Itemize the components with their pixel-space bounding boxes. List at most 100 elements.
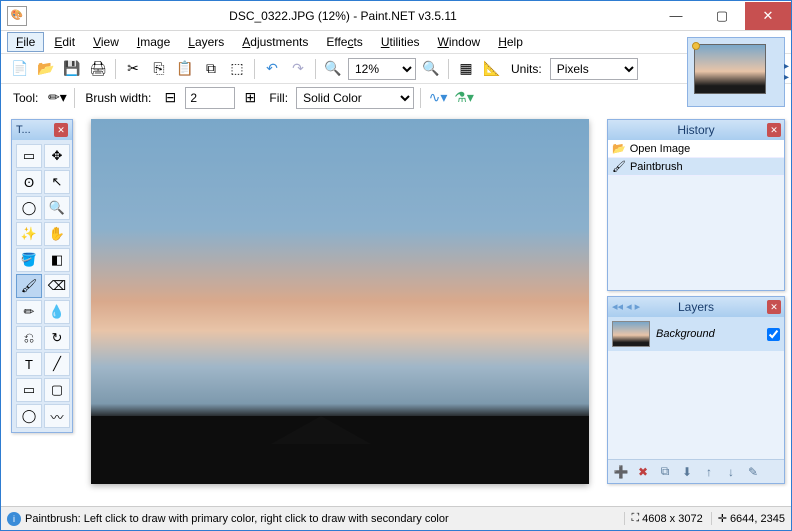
image-list-panel[interactable]	[687, 37, 785, 107]
menu-layers[interactable]: Layers	[180, 33, 232, 51]
current-tool-icon[interactable]: ✏▾	[46, 87, 68, 109]
open-icon[interactable]: 📂	[35, 58, 57, 80]
image-content	[271, 416, 371, 444]
add-layer-icon[interactable]: ➕	[612, 463, 630, 481]
brush-width-input[interactable]	[185, 87, 235, 109]
antialias-icon[interactable]: ∿▾	[427, 87, 449, 109]
history-title-text: History	[677, 123, 714, 137]
history-item[interactable]: 📂 Open Image	[608, 140, 784, 158]
layer-item[interactable]: Background	[608, 317, 784, 351]
grid-icon[interactable]: ▦	[455, 58, 477, 80]
modified-indicator-icon	[692, 42, 700, 50]
pan-tool[interactable]: ✋	[44, 222, 70, 246]
duplicate-layer-icon[interactable]: ⧉	[656, 463, 674, 481]
menu-view[interactable]: View	[85, 33, 127, 51]
merge-down-icon[interactable]: ⬇	[678, 463, 696, 481]
deselect-icon[interactable]: ⬚	[226, 58, 248, 80]
copy-icon[interactable]: ⎘	[148, 58, 170, 80]
picker-tool[interactable]: 💧	[44, 300, 70, 324]
cut-icon[interactable]: ✂	[122, 58, 144, 80]
menu-effects[interactable]: Effects	[318, 33, 370, 51]
rect-tool[interactable]: ▭	[16, 378, 42, 402]
ruler-icon[interactable]: 📐	[481, 58, 503, 80]
text-tool[interactable]: T	[16, 352, 42, 376]
brush-width-label: Brush width:	[85, 91, 151, 105]
pencil-tool[interactable]: ✏	[16, 300, 42, 324]
delete-layer-icon[interactable]: ✖	[634, 463, 652, 481]
maximize-button[interactable]: ▢	[699, 2, 745, 30]
layers-title[interactable]: ◂◂ ◂ ▸ Layers ✕	[608, 297, 784, 317]
eraser-tool[interactable]: ⌫	[44, 274, 70, 298]
properties-icon[interactable]: ✎	[744, 463, 762, 481]
menu-edit[interactable]: Edit	[46, 33, 83, 51]
paintbrush-tool[interactable]: 🖌	[16, 274, 42, 298]
zoom-select[interactable]: 12%	[348, 58, 416, 80]
new-icon[interactable]: 📄	[9, 58, 31, 80]
minimize-button[interactable]: —	[653, 2, 699, 30]
gradient-tool[interactable]: ◧	[44, 248, 70, 272]
tools-title-text: T...	[16, 124, 31, 136]
open-image-icon: 📂	[612, 142, 626, 155]
rect-select-tool[interactable]: ▭	[16, 144, 42, 168]
ellipse-tool[interactable]: ◯	[16, 404, 42, 428]
move-sel-tool[interactable]: ✥	[44, 144, 70, 168]
menu-file[interactable]: File	[7, 32, 44, 52]
move-up-icon[interactable]: ↑	[700, 463, 718, 481]
move-down-icon[interactable]: ↓	[722, 463, 740, 481]
separator	[448, 59, 449, 79]
crop-icon[interactable]: ⧉	[200, 58, 222, 80]
brush-increase-icon[interactable]: ⊞	[239, 87, 261, 109]
history-item-label: Paintbrush	[630, 161, 683, 173]
image-thumbnail[interactable]	[694, 44, 766, 94]
zoom-out-icon[interactable]: 🔍	[322, 58, 344, 80]
dimensions-icon: ⛶	[631, 512, 639, 525]
history-item-label: Open Image	[630, 143, 691, 155]
redo-icon[interactable]: ↷	[287, 58, 309, 80]
round-rect-tool[interactable]: ▢	[44, 378, 70, 402]
history-window[interactable]: History ✕ 📂 Open Image 🖌 Paintbrush	[607, 119, 785, 291]
undo-icon[interactable]: ↶	[261, 58, 283, 80]
history-item[interactable]: 🖌 Paintbrush	[608, 158, 784, 176]
image-list-dropdown-icon[interactable]: ▸▸	[784, 61, 789, 83]
menu-window[interactable]: Window	[430, 33, 489, 51]
clone-tool[interactable]: ⎌	[16, 326, 42, 350]
menu-image[interactable]: Image	[129, 33, 178, 51]
info-icon: i	[7, 512, 21, 526]
layers-nav-icons[interactable]: ◂◂ ◂ ▸	[612, 300, 640, 313]
tools-window-title[interactable]: T... ✕	[12, 120, 72, 140]
save-icon[interactable]: 💾	[61, 58, 83, 80]
brush-decrease-icon[interactable]: ⊟	[159, 87, 181, 109]
blend-icon[interactable]: ⚗▾	[453, 87, 475, 109]
canvas[interactable]	[91, 119, 589, 484]
zoom-in-icon[interactable]: 🔍	[420, 58, 442, 80]
status-hint: i Paintbrush: Left click to draw with pr…	[7, 512, 616, 526]
bucket-tool[interactable]: 🪣	[16, 248, 42, 272]
paste-icon[interactable]: 📋	[174, 58, 196, 80]
history-title[interactable]: History ✕	[608, 120, 784, 140]
wand-tool[interactable]: ✨	[16, 222, 42, 246]
status-dimensions: ⛶ 4608 x 3072	[624, 512, 702, 525]
tools-grid: ▭ ✥ ʘ ↖ ◯ 🔍 ✨ ✋ 🪣 ◧ 🖌 ⌫ ✏ 💧 ⎌ ↻ T ╱ ▭ ▢ …	[12, 140, 72, 432]
move-tool[interactable]: ↖	[44, 170, 70, 194]
menu-adjustments[interactable]: Adjustments	[234, 33, 316, 51]
units-select[interactable]: Pixels	[550, 58, 638, 80]
print-icon[interactable]: 🖨	[87, 58, 109, 80]
menu-help[interactable]: Help	[490, 33, 531, 51]
history-close-icon[interactable]: ✕	[767, 123, 781, 137]
tools-window[interactable]: T... ✕ ▭ ✥ ʘ ↖ ◯ 🔍 ✨ ✋ 🪣 ◧ 🖌 ⌫ ✏ 💧 ⎌ ↻ T…	[11, 119, 73, 433]
layers-window[interactable]: ◂◂ ◂ ▸ Layers ✕ Background ➕ ✖ ⧉ ⬇ ↑ ↓ ✎	[607, 296, 785, 484]
ellipse-select-tool[interactable]: ◯	[16, 196, 42, 220]
freeform-tool[interactable]: 〰	[44, 404, 70, 428]
layer-visible-checkbox[interactable]	[767, 328, 780, 341]
fill-select[interactable]: Solid Color	[296, 87, 414, 109]
lasso-tool[interactable]: ʘ	[16, 170, 42, 194]
menu-utilities[interactable]: Utilities	[373, 33, 428, 51]
close-button[interactable]: ✕	[745, 2, 791, 30]
tools-close-icon[interactable]: ✕	[54, 123, 68, 137]
line-tool[interactable]: ╱	[44, 352, 70, 376]
cursor-icon: ✛	[718, 512, 727, 525]
separator	[420, 88, 421, 108]
layers-close-icon[interactable]: ✕	[767, 300, 781, 314]
zoom-tool[interactable]: 🔍	[44, 196, 70, 220]
recolor-tool[interactable]: ↻	[44, 326, 70, 350]
